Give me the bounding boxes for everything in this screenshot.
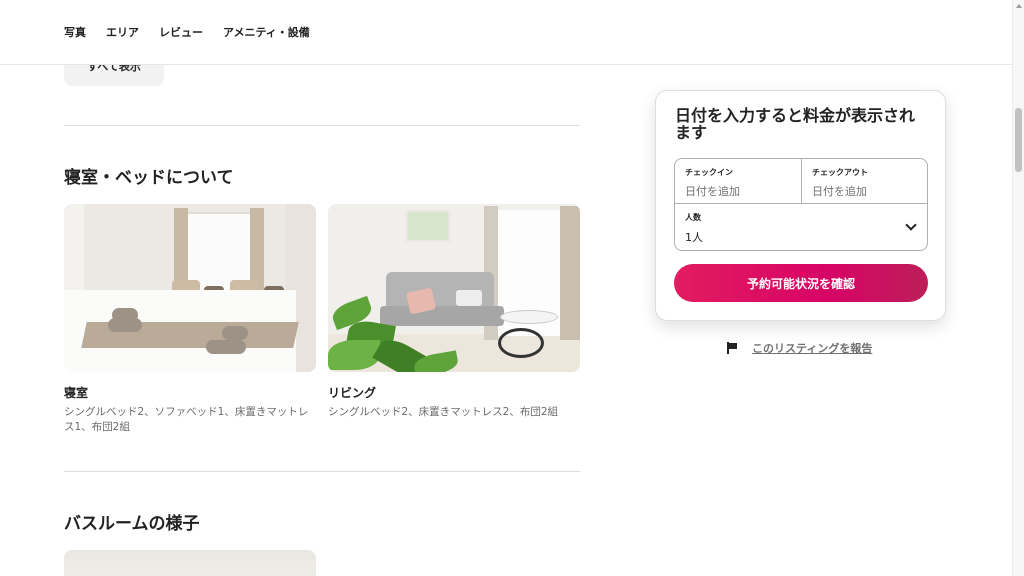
checkout-placeholder: 日付を追加 bbox=[812, 185, 867, 198]
living-photo bbox=[328, 204, 580, 372]
section-nav: 写真 エリア レビュー アメニティ・設備 bbox=[0, 0, 1012, 65]
sleeping-section-title: 寝室・ベッドについて bbox=[64, 168, 234, 188]
room-card-bedroom[interactable]: 寝室 シングルベッド2、ソファベッド1、床置きマットレス1、布団2組 bbox=[64, 204, 316, 435]
check-availability-button[interactable]: 予約可能状況を確認 bbox=[674, 264, 928, 302]
room-card-living[interactable]: リビング シングルベッド2、床置きマットレス2、布団2組 bbox=[328, 204, 580, 420]
nav-item-photos[interactable]: 写真 bbox=[64, 24, 86, 40]
scrollbar-thumb[interactable] bbox=[1015, 108, 1022, 172]
flag-icon bbox=[726, 342, 738, 354]
report-listing-link[interactable]: このリスティングを報告 bbox=[726, 340, 872, 356]
bathroom-section-title: バスルームの様子 bbox=[64, 514, 200, 534]
booking-heading: 日付を入力すると料金が表示されます bbox=[675, 106, 916, 142]
nav-item-amenities[interactable]: アメニティ・設備 bbox=[223, 24, 310, 40]
guests-label: 人数 bbox=[685, 213, 701, 222]
report-listing-label: このリスティングを報告 bbox=[752, 342, 873, 355]
room-beds: シングルベッド2、ソファベッド1、床置きマットレス1、布団2組 bbox=[64, 406, 309, 433]
checkout-label: チェックアウト bbox=[812, 168, 868, 177]
checkout-field[interactable]: チェックアウト 日付を追加 bbox=[802, 159, 927, 204]
guests-value: 1人 bbox=[685, 231, 703, 244]
divider bbox=[64, 471, 580, 472]
nav-item-area[interactable]: エリア bbox=[106, 24, 139, 40]
room-beds: シングルベッド2、床置きマットレス2、布団2組 bbox=[328, 406, 559, 418]
date-guest-picker: チェックイン 日付を追加 チェックアウト 日付を追加 人数 1人 bbox=[674, 158, 928, 251]
checkin-placeholder: 日付を追加 bbox=[685, 185, 740, 198]
page-scrollbar[interactable] bbox=[1012, 0, 1024, 576]
bathroom-photo[interactable] bbox=[64, 550, 316, 576]
checkin-label: チェックイン bbox=[685, 168, 733, 177]
listing-page: すべて表示 写真 エリア レビュー アメニティ・設備 寝室・ベッドについて 寝室… bbox=[0, 0, 1024, 576]
bedroom-photo bbox=[64, 204, 316, 372]
room-name: リビング bbox=[328, 386, 377, 400]
room-name: 寝室 bbox=[64, 386, 89, 400]
divider bbox=[64, 125, 580, 126]
booking-card: 日付を入力すると料金が表示されます チェックイン 日付を追加 チェックアウト 日… bbox=[655, 90, 946, 321]
guests-select[interactable]: 人数 1人 bbox=[675, 204, 927, 250]
scroll-up-icon[interactable] bbox=[1016, 4, 1022, 8]
checkin-field[interactable]: チェックイン 日付を追加 bbox=[675, 159, 802, 204]
nav-item-reviews[interactable]: レビュー bbox=[159, 24, 203, 40]
